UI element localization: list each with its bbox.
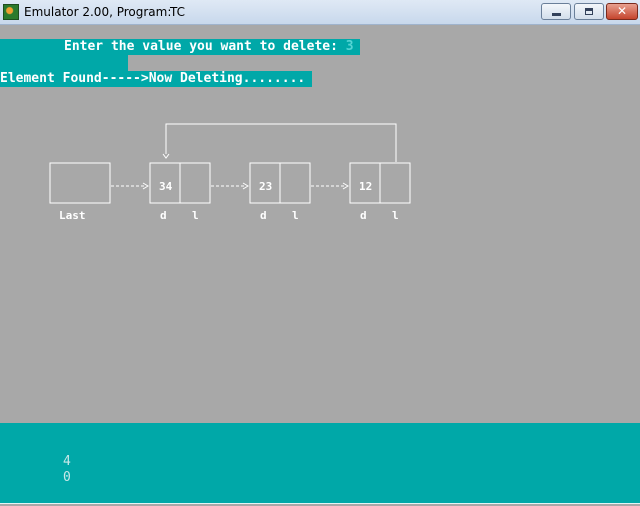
- circular-link-arrowhead: [162, 153, 170, 159]
- node-link-label: l: [392, 209, 399, 222]
- node-link-label: l: [192, 209, 199, 222]
- node-data-label: d: [360, 209, 367, 222]
- bottom-value: 0: [63, 470, 71, 485]
- list-node: 34 d l: [149, 162, 211, 222]
- list-node: 23 d l: [249, 162, 311, 222]
- node-data-label: d: [160, 209, 167, 222]
- node-link-cell: [279, 162, 311, 204]
- node-link-cell: [379, 162, 411, 204]
- list-node: 12 d l: [349, 162, 411, 222]
- node-link-label: l: [292, 209, 299, 222]
- node-value: 23: [259, 180, 272, 193]
- node-value: 34: [159, 180, 173, 193]
- bottom-divider: [0, 503, 640, 504]
- head-pointer-box: [49, 162, 111, 204]
- circular-link-line: [165, 123, 397, 162]
- node-data-label: d: [260, 209, 267, 222]
- bottom-panel: 4 0: [0, 423, 640, 503]
- node-value: 12: [359, 180, 372, 193]
- head-label: Last: [59, 209, 86, 222]
- bottom-value: 4: [63, 454, 71, 469]
- node-link-cell: [179, 162, 211, 204]
